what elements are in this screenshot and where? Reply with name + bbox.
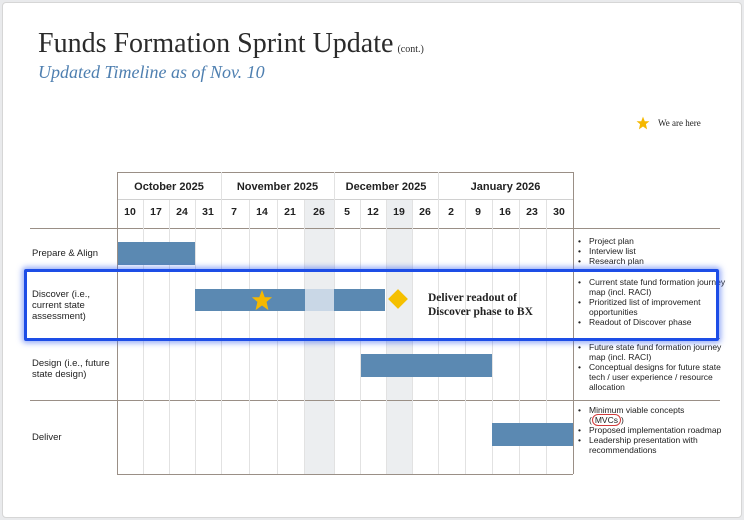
week-label: 17 — [150, 206, 162, 218]
phase-label-prepare: Prepare & Align — [32, 248, 99, 259]
week-label: 30 — [553, 206, 565, 218]
week-label: 26 — [313, 206, 325, 218]
divider — [30, 228, 720, 229]
phase-label-deliver: Deliver — [32, 432, 62, 443]
month-label: January 2026 — [470, 181, 541, 193]
month-label: October 2025 — [134, 181, 204, 193]
list-item: Future state fund formation journey map … — [578, 342, 728, 362]
divider — [30, 400, 720, 401]
phase-label-design: Design (i.e., future state design) — [32, 358, 110, 380]
divider — [117, 199, 573, 200]
divider — [117, 474, 573, 475]
week-label: 31 — [202, 206, 214, 218]
week-label: 26 — [419, 206, 431, 218]
notes-prepare: Project plan Interview list Research pla… — [578, 236, 728, 266]
week-label: 24 — [176, 206, 188, 218]
list-item: Proposed implementation roadmap — [578, 425, 728, 435]
week-label: 2 — [448, 206, 454, 218]
bar-deliver — [492, 423, 573, 446]
list-item: Research plan — [578, 256, 728, 266]
week-label: 9 — [475, 206, 481, 218]
notes-deliver: Minimum viable concepts(MVCs) Proposed i… — [578, 405, 728, 455]
list-item: Project plan — [578, 236, 728, 246]
divider — [117, 172, 573, 173]
notes-design: Future state fund formation journey map … — [578, 342, 728, 392]
week-label: 14 — [256, 206, 268, 218]
week-label: 21 — [284, 206, 296, 218]
list-item: Minimum viable concepts(MVCs) — [578, 405, 728, 426]
discover-highlight-box — [24, 269, 719, 341]
month-label: December 2025 — [345, 181, 427, 193]
list-item: Conceptual designs for future state tech… — [578, 362, 728, 392]
week-label: 10 — [124, 206, 136, 218]
week-label: 19 — [393, 206, 405, 218]
week-label: 7 — [231, 206, 237, 218]
week-label: 5 — [344, 206, 350, 218]
list-item: Interview list — [578, 246, 728, 256]
bar-prepare — [118, 242, 195, 265]
bar-design — [361, 354, 492, 377]
week-label: 12 — [367, 206, 379, 218]
week-label: 23 — [526, 206, 538, 218]
month-label: November 2025 — [236, 181, 319, 193]
list-item: Leadership presentation with recommendat… — [578, 435, 728, 455]
week-label: 16 — [499, 206, 511, 218]
gantt-chart: October 2025 November 2025 December 2025… — [0, 0, 744, 520]
